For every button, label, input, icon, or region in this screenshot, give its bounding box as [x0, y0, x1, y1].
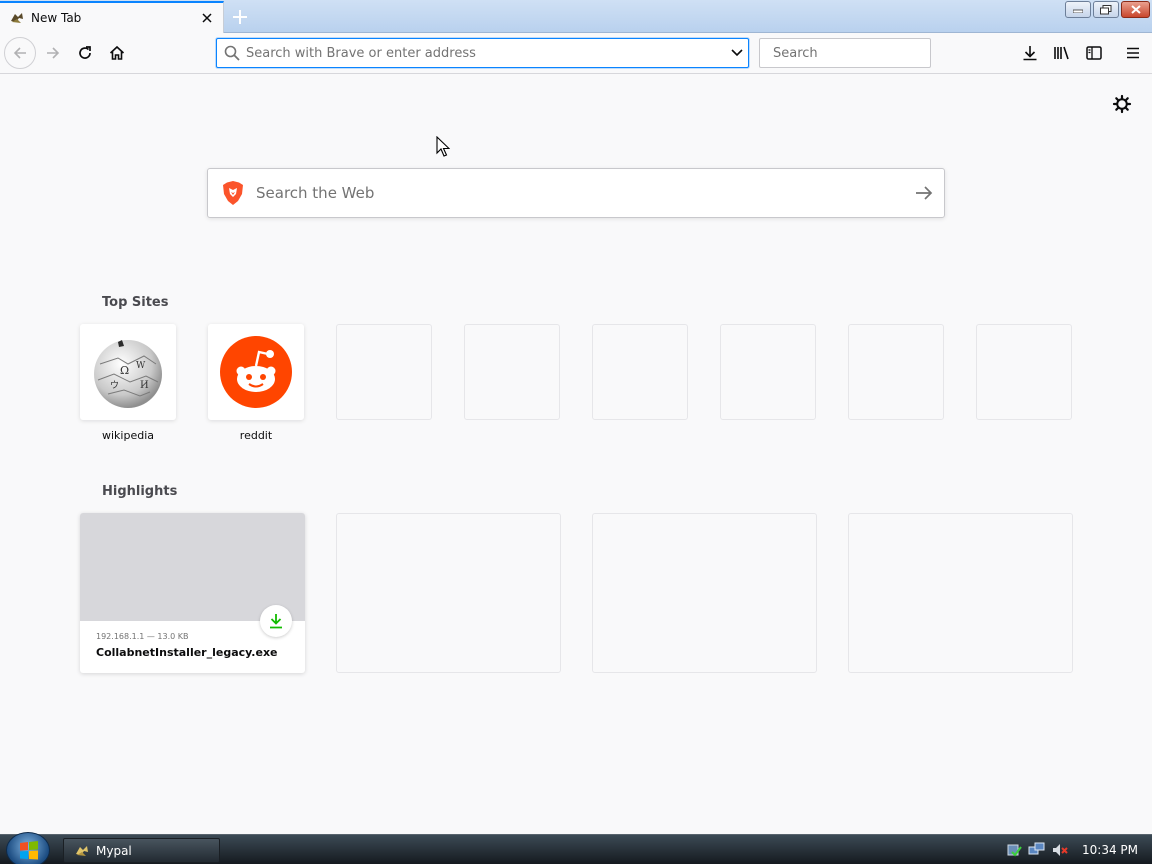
download-icon	[1023, 46, 1037, 61]
highlight-placeholder	[336, 513, 561, 673]
web-search-box[interactable]	[207, 168, 945, 218]
top-site-label: reddit	[239, 429, 273, 442]
restore-button[interactable]	[1093, 1, 1119, 18]
highlight-card[interactable]: 192.168.1.1 — 13.0 KB CollabnetInstaller…	[80, 513, 305, 673]
back-button[interactable]	[4, 37, 36, 69]
close-window-button[interactable]	[1121, 1, 1150, 18]
gear-icon[interactable]	[1112, 94, 1132, 114]
reload-button[interactable]	[70, 38, 100, 68]
highlight-meta: 192.168.1.1 — 13.0 KB	[96, 632, 189, 641]
plus-icon	[233, 10, 247, 24]
top-site-reddit[interactable]: reddit	[208, 324, 304, 442]
library-button[interactable]	[1047, 38, 1077, 68]
empty-tile	[976, 324, 1072, 420]
empty-tile	[464, 324, 560, 420]
sidebar-icon	[1086, 46, 1102, 60]
mypal-favicon-icon	[11, 13, 23, 23]
security-check-icon[interactable]	[1006, 842, 1022, 858]
tab-new-tab[interactable]: New Tab	[0, 1, 224, 33]
svg-text:ウ: ウ	[110, 380, 119, 391]
empty-tile	[720, 324, 816, 420]
top-site-placeholder	[336, 324, 432, 420]
home-icon	[109, 45, 125, 60]
new-tab-page: Top Sites Ω W И	[0, 74, 1152, 834]
close-tab-icon[interactable]	[197, 8, 217, 28]
home-button[interactable]	[102, 38, 132, 68]
taskbar-item-label: Mypal	[96, 843, 132, 858]
search-icon	[224, 45, 240, 61]
nav-toolbar	[0, 33, 1152, 74]
highlights-heading: Highlights	[102, 484, 178, 499]
downloads-button[interactable]	[1015, 38, 1045, 68]
highlight-placeholder	[592, 513, 817, 673]
reddit-icon	[220, 336, 292, 408]
forward-button[interactable]	[38, 38, 68, 68]
url-input[interactable]	[246, 45, 726, 61]
top-site-placeholder	[848, 324, 944, 420]
top-site-placeholder	[976, 324, 1072, 420]
empty-tile	[592, 324, 688, 420]
top-sites-heading: Top Sites	[102, 295, 169, 310]
top-site-label: wikipedia	[101, 429, 154, 442]
top-site-wikipedia[interactable]: Ω W И ウ wikipedia	[80, 324, 176, 442]
arrow-left-icon	[13, 47, 26, 59]
empty-tile	[336, 324, 432, 420]
taskbar-item-mypal[interactable]: Mypal	[63, 838, 220, 863]
sidebar-button[interactable]	[1079, 38, 1109, 68]
search-input[interactable]	[773, 45, 943, 61]
url-dropdown-button[interactable]	[726, 39, 748, 67]
svg-text:Ω: Ω	[120, 364, 129, 377]
windows-logo-icon	[20, 841, 38, 860]
brave-lion-icon	[223, 181, 243, 205]
start-button[interactable]	[6, 832, 50, 864]
reload-icon	[79, 46, 91, 59]
top-site-tile[interactable]	[208, 324, 304, 420]
highlight-placeholder	[848, 513, 1073, 673]
highlight-title: CollabnetInstaller_legacy.exe	[96, 646, 278, 659]
web-search-input[interactable]	[256, 184, 904, 202]
mypal-app-icon	[76, 845, 88, 856]
svg-text:И: И	[140, 380, 149, 391]
top-site-placeholder	[720, 324, 816, 420]
new-tab-button[interactable]	[228, 5, 252, 29]
top-site-tile[interactable]: Ω W И ウ	[80, 324, 176, 420]
svg-text:W: W	[136, 361, 146, 371]
arrow-right-icon	[916, 186, 933, 200]
menu-button[interactable]	[1118, 38, 1148, 68]
search-submit-button[interactable]	[904, 169, 944, 217]
empty-tile	[848, 324, 944, 420]
arrow-right-icon	[47, 47, 60, 59]
mouse-cursor-icon	[436, 136, 450, 157]
wikipedia-globe-icon: Ω W И ウ	[94, 340, 162, 408]
search-bar[interactable]	[759, 38, 943, 68]
network-icon[interactable]	[1028, 842, 1046, 858]
system-tray: 10:34 PM	[1006, 835, 1152, 864]
chevron-down-icon	[731, 49, 743, 57]
url-bar[interactable]	[216, 38, 749, 68]
minimize-button[interactable]	[1065, 1, 1091, 18]
download-badge	[260, 605, 292, 637]
top-site-placeholder	[464, 324, 560, 420]
window-controls	[1065, 1, 1150, 18]
hamburger-menu-icon	[1127, 47, 1139, 59]
clock[interactable]: 10:34 PM	[1082, 843, 1138, 857]
library-icon	[1054, 46, 1069, 60]
tab-strip: New Tab	[0, 0, 1152, 33]
download-icon	[270, 614, 282, 629]
top-site-placeholder	[592, 324, 688, 420]
taskbar: Mypal 10:34 PM	[0, 832, 1152, 864]
tab-title: New Tab	[31, 11, 82, 25]
volume-muted-icon[interactable]	[1052, 842, 1070, 858]
